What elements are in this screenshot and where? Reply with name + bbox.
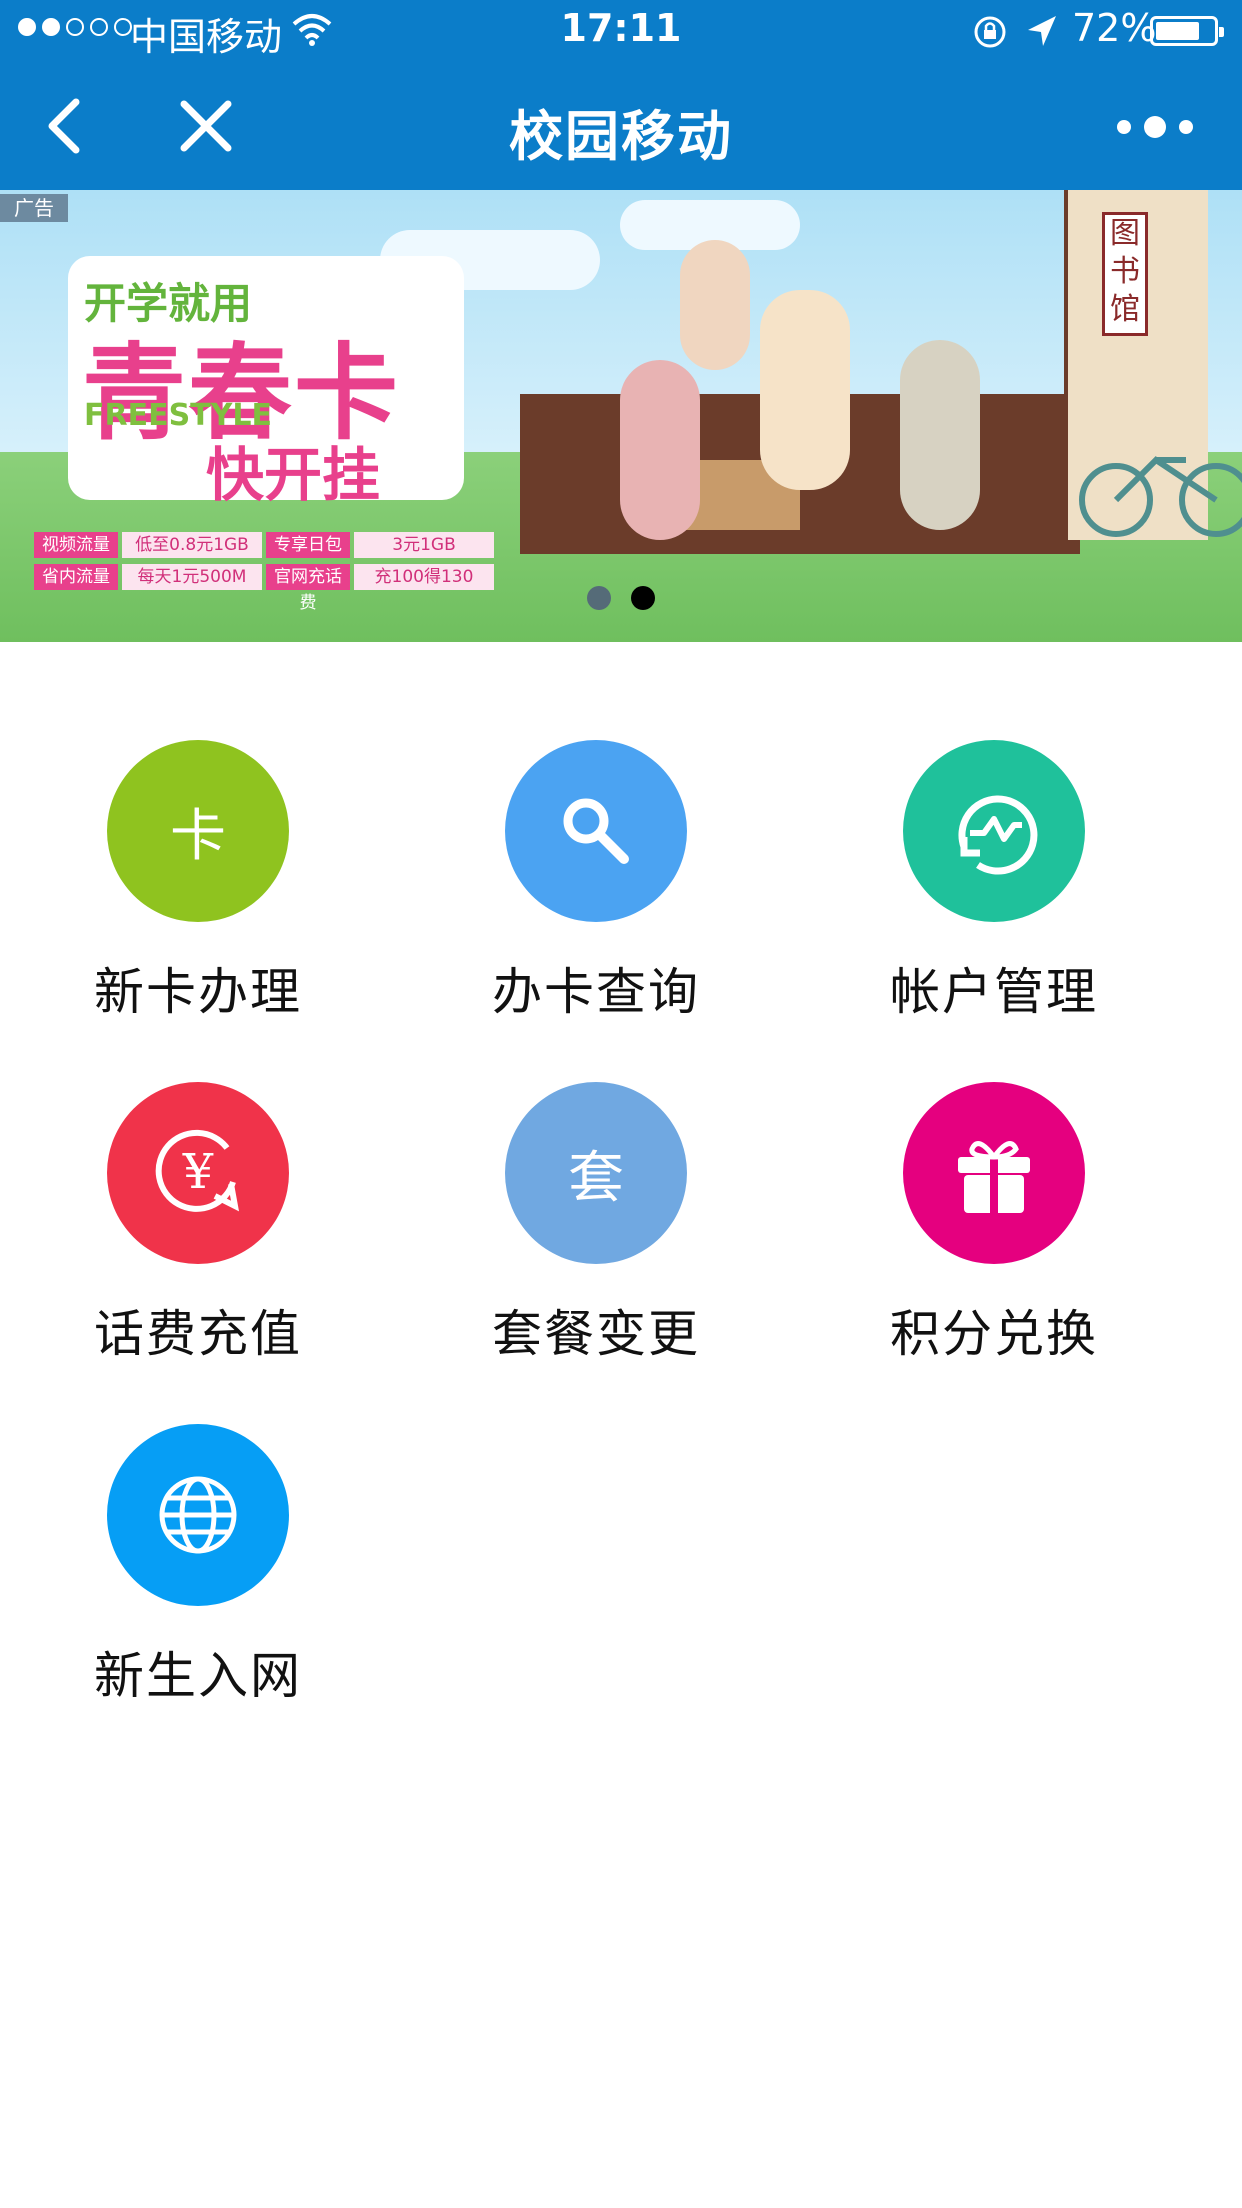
carousel-dot-active[interactable] — [631, 586, 655, 610]
battery-icon — [1150, 16, 1224, 46]
library-sign: 图书馆 — [1102, 212, 1148, 336]
menu-item-card-query[interactable]: 办卡查询 — [446, 740, 746, 1024]
menu-item-label: 新卡办理 — [94, 963, 302, 1021]
menu-item-label: 话费充值 — [94, 1305, 302, 1363]
gift-icon — [903, 1082, 1085, 1264]
menu-item-plan-change[interactable]: 套 套餐变更 — [446, 1082, 746, 1366]
card-icon: 卡 — [107, 740, 289, 922]
menu-item-label: 新生入网 — [94, 1647, 302, 1705]
student-illustration — [620, 360, 700, 540]
plan-icon: 套 — [505, 1082, 687, 1264]
carousel-indicator — [0, 586, 1242, 610]
promo-tagline: 快开挂 — [206, 441, 381, 509]
menu-item-label: 套餐变更 — [492, 1305, 700, 1363]
price-label: 视频流量 — [34, 532, 118, 558]
carousel-dot[interactable] — [587, 586, 611, 610]
student-illustration — [760, 290, 850, 490]
student-illustration — [680, 240, 750, 370]
menu-item-freshman[interactable]: 新生入网 — [48, 1424, 348, 1708]
price-label: 专享日包 — [266, 532, 350, 558]
bicycle-illustration — [1079, 456, 1242, 537]
menu-item-points[interactable]: 积分兑换 — [844, 1082, 1144, 1366]
status-bar: 中国移动 17:11 72% — [0, 0, 1242, 62]
menu-item-label: 积分兑换 — [890, 1305, 1098, 1363]
rotation-lock-icon — [974, 16, 1006, 48]
menu-item-new-card[interactable]: 卡 新卡办理 — [48, 740, 348, 1024]
page-title: 校园移动 — [509, 105, 733, 168]
more-options-button[interactable] — [1116, 112, 1194, 142]
activity-icon — [903, 740, 1085, 922]
globe-icon — [107, 1424, 289, 1606]
ad-label: 广告 — [0, 194, 68, 222]
battery-percent: 72% — [1072, 6, 1157, 50]
ad-banner-carousel[interactable]: 图书馆 广告 开学就用 青春卡 FREESTYLE 快开挂 视频流量 低至0.8… — [0, 190, 1242, 642]
svg-text:¥: ¥ — [182, 1144, 214, 1200]
student-illustration — [900, 340, 980, 530]
search-icon — [505, 740, 687, 922]
nav-bar: 校园移动 — [0, 62, 1242, 190]
location-arrow-icon — [1028, 16, 1056, 46]
menu-item-recharge[interactable]: ¥ 话费充值 — [48, 1082, 348, 1366]
recharge-icon: ¥ — [107, 1082, 289, 1264]
menu-item-label: 办卡查询 — [492, 963, 700, 1021]
price-value: 低至0.8元1GB — [122, 532, 262, 558]
price-value: 3元1GB — [354, 532, 494, 558]
menu-item-label: 帐户管理 — [890, 963, 1098, 1021]
menu-item-account[interactable]: 帐户管理 — [844, 740, 1144, 1024]
